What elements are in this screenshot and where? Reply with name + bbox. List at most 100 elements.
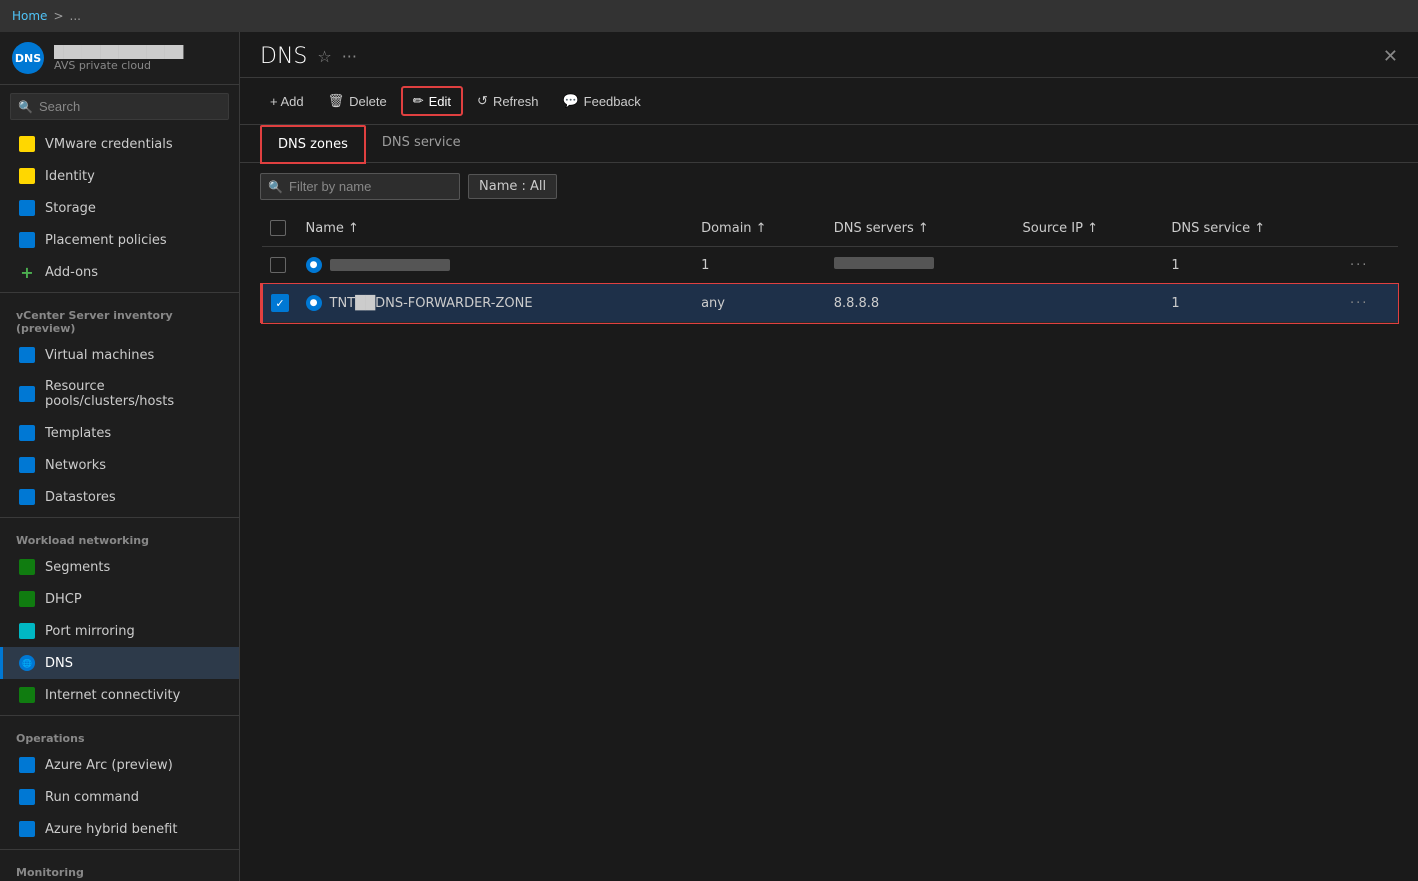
sidebar-item-azure-arc[interactable]: Azure Arc (preview) <box>0 749 239 781</box>
tab-dns-zones[interactable]: DNS zones <box>260 125 366 164</box>
col-actions-header <box>1342 210 1398 247</box>
datastores-icon <box>19 489 35 505</box>
row2-name: ● TNT██DNS-FORWARDER-ZONE <box>298 284 694 323</box>
breadcrumb-home[interactable]: Home <box>12 9 47 23</box>
table-row[interactable]: ✓ ● TNT██DNS-FORWARDER-ZONE any 8.8.8.8 … <box>262 284 1399 323</box>
sidebar-item-label: Storage <box>45 201 96 216</box>
section-workload: Workload networking <box>0 522 239 551</box>
row1-actions[interactable]: ··· <box>1342 247 1398 284</box>
sidebar-item-port-mirroring[interactable]: Port mirroring <box>0 615 239 647</box>
sidebar-item-label: Templates <box>45 426 111 441</box>
sidebar-item-dhcp[interactable]: DHCP <box>0 583 239 615</box>
col-domain: Domain ↑ <box>693 210 826 247</box>
sidebar-item-label: Virtual machines <box>45 348 154 363</box>
row2-name-text: TNT██DNS-FORWARDER-ZONE <box>330 296 533 311</box>
sidebar-item-label: DNS <box>45 656 73 671</box>
row2-actions-icon[interactable]: ··· <box>1350 296 1368 311</box>
section-vcenter: vCenter Server inventory (preview) <box>0 297 239 339</box>
row1-domain: 1 <box>693 247 826 284</box>
filter-input-wrap: 🔍 <box>260 173 460 200</box>
row2-dns-servers: 8.8.8.8 <box>826 284 1015 323</box>
row1-actions-icon[interactable]: ··· <box>1350 258 1368 273</box>
select-all-checkbox[interactable] <box>270 220 286 236</box>
row2-checkbox-cell[interactable]: ✓ <box>262 284 298 323</box>
row1-name-cell: ● <box>306 257 686 273</box>
sidebar-item-networks[interactable]: Networks <box>0 449 239 481</box>
sidebar-item-label: Datastores <box>45 490 116 505</box>
sidebar-item-internet-connectivity[interactable]: Internet connectivity <box>0 679 239 711</box>
sidebar-item-virtual-machines[interactable]: Virtual machines <box>0 339 239 371</box>
breadcrumb-sub: ... <box>70 9 81 23</box>
sidebar-item-label: VMware credentials <box>45 137 173 152</box>
row2-actions[interactable]: ··· <box>1342 284 1398 323</box>
delete-icon: 🗑 <box>328 93 345 109</box>
identity-icon <box>19 168 35 184</box>
search-box[interactable]: 🔍 <box>10 93 229 120</box>
row1-source-ip <box>1015 247 1164 284</box>
storage-icon <box>19 200 35 216</box>
row2-source-ip <box>1015 284 1164 323</box>
sidebar-item-label: Port mirroring <box>45 624 135 639</box>
sidebar-item-add-ons[interactable]: + Add-ons <box>0 256 239 288</box>
more-options-icon[interactable]: ··· <box>342 47 357 66</box>
sidebar-item-datastores[interactable]: Datastores <box>0 481 239 513</box>
edit-button[interactable]: ✏ Edit <box>401 86 463 116</box>
sidebar-item-label: Placement policies <box>45 233 167 248</box>
search-icon: 🔍 <box>18 100 33 114</box>
table-header-row: Name ↑ Domain ↑ DNS servers ↑ Source IP … <box>262 210 1399 247</box>
vm-icon <box>19 347 35 363</box>
close-button[interactable]: ✕ <box>1383 46 1398 67</box>
sidebar-item-segments[interactable]: Segments <box>0 551 239 583</box>
refresh-button[interactable]: ↺ Refresh <box>467 88 548 114</box>
tab-dns-service[interactable]: DNS service <box>366 125 477 163</box>
sidebar-item-label: DHCP <box>45 592 82 607</box>
sidebar-item-run-command[interactable]: Run command <box>0 781 239 813</box>
feedback-icon: 💬 <box>562 93 578 109</box>
feedback-button[interactable]: 💬 Feedback <box>552 88 650 114</box>
divider-workload <box>0 517 239 518</box>
filter-tag[interactable]: Name : All <box>468 174 557 199</box>
row1-checkbox[interactable] <box>270 257 286 273</box>
sidebar-item-placement-policies[interactable]: Placement policies <box>0 224 239 256</box>
resource-pools-icon <box>19 386 35 402</box>
sidebar-item-templates[interactable]: Templates <box>0 417 239 449</box>
table-row[interactable]: ● 1 1 ··· <box>262 247 1399 284</box>
row2-checkbox[interactable]: ✓ <box>271 294 289 312</box>
sidebar-item-storage[interactable]: Storage <box>0 192 239 224</box>
sidebar-item-label: Azure hybrid benefit <box>45 822 177 837</box>
sidebar-item-label: Networks <box>45 458 106 473</box>
content-area: DNS ☆ ··· ✕ + Add 🗑 Delete ✏ Edit ↺ Refr… <box>240 32 1418 881</box>
sidebar-item-identity[interactable]: Identity <box>0 160 239 192</box>
title-row: DNS ☆ ··· ✕ <box>260 44 1398 69</box>
sidebar-resource-name: ██████████████ <box>54 45 227 59</box>
sidebar-item-azure-hybrid-benefit[interactable]: Azure hybrid benefit <box>0 813 239 845</box>
search-input[interactable] <box>10 93 229 120</box>
row1-dns-icon: ● <box>306 257 322 273</box>
sidebar-item-dns[interactable]: 🌐 DNS <box>0 647 239 679</box>
templates-icon <box>19 425 35 441</box>
segments-icon <box>19 559 35 575</box>
add-button[interactable]: + Add <box>260 89 314 114</box>
sidebar: DNS ██████████████ AVS private cloud 🔍 V… <box>0 32 240 881</box>
avatar: DNS <box>12 42 44 74</box>
select-all-header[interactable] <box>262 210 298 247</box>
favorite-icon[interactable]: ☆ <box>317 47 331 66</box>
filter-input[interactable] <box>260 173 460 200</box>
breadcrumb: Home > ... <box>12 9 81 23</box>
sidebar-item-vmware-credentials[interactable]: VMware credentials <box>0 128 239 160</box>
sidebar-item-label: Run command <box>45 790 139 805</box>
row2-dns-service: 1 <box>1163 284 1342 323</box>
addons-icon: + <box>19 264 35 280</box>
col-name: Name ↑ <box>298 210 694 247</box>
row2-domain: any <box>693 284 826 323</box>
tabs: DNS zones DNS service <box>240 125 1418 163</box>
sidebar-item-label: Add-ons <box>45 265 98 280</box>
sidebar-item-resource-pools[interactable]: Resource pools/clusters/hosts <box>0 371 239 417</box>
row1-checkbox-cell[interactable] <box>262 247 298 284</box>
section-operations: Operations <box>0 720 239 749</box>
sidebar-cloud-info: ██████████████ AVS private cloud <box>54 45 227 72</box>
delete-button[interactable]: 🗑 Delete <box>318 88 397 114</box>
sidebar-header: DNS ██████████████ AVS private cloud <box>0 32 239 85</box>
row2-name-cell: ● TNT██DNS-FORWARDER-ZONE <box>306 295 686 311</box>
col-source-ip: Source IP ↑ <box>1015 210 1164 247</box>
